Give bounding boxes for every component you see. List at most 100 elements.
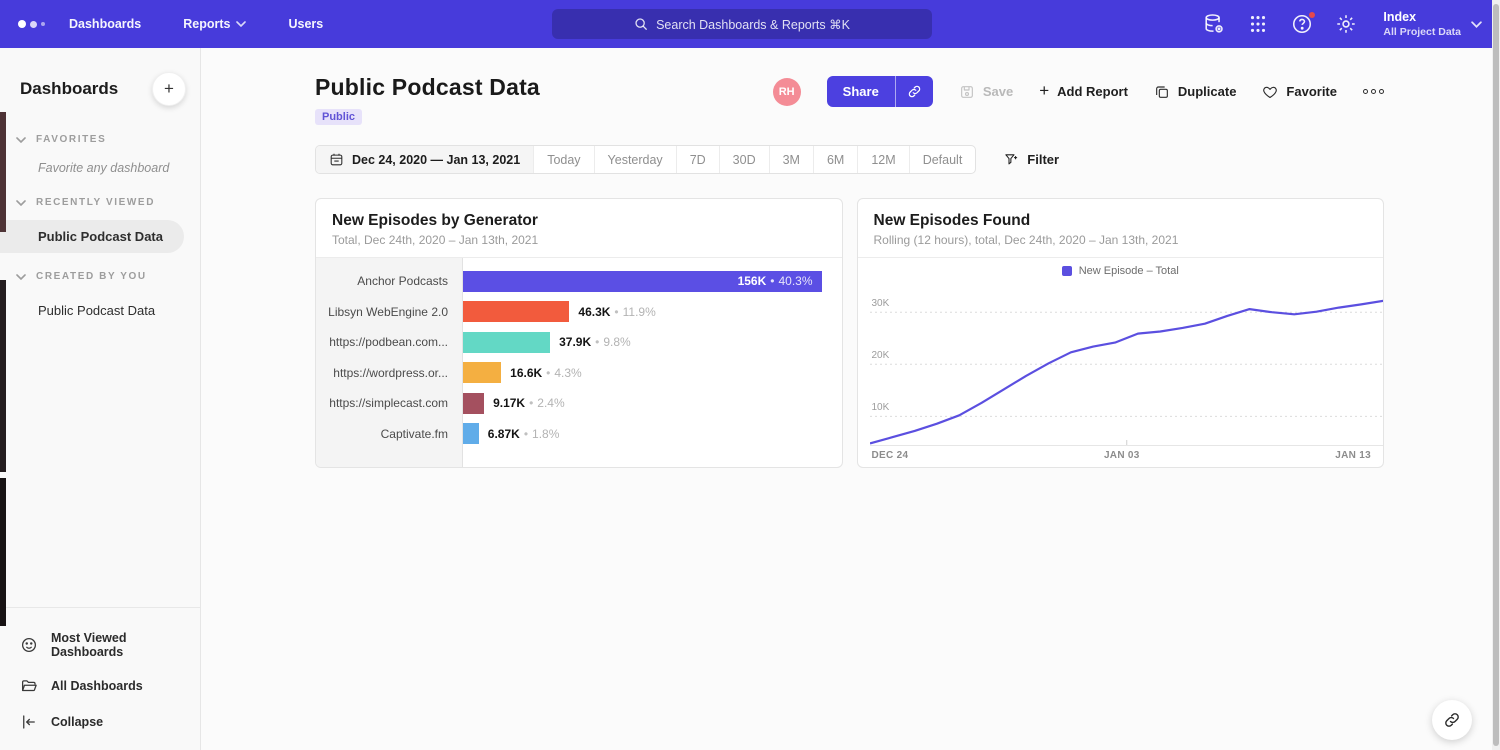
- nav-dashboards-label: Dashboards: [69, 17, 141, 31]
- y-tick: 10K: [872, 402, 890, 413]
- help-icon[interactable]: [1291, 13, 1313, 35]
- preset-today[interactable]: Today: [534, 146, 594, 173]
- bar-plot-area: 156K•40.3% 46.3K•11.9% 37.9K•9.8% 16.6K•…: [463, 258, 842, 467]
- x-axis: DEC 24 JAN 03 JAN 13: [870, 445, 1384, 461]
- bar-simplecast[interactable]: [463, 393, 484, 414]
- dot-icon: [1379, 89, 1384, 94]
- share-button-label[interactable]: Share: [827, 76, 895, 107]
- sidebar-item-public-podcast-data-recent[interactable]: Public Podcast Data: [0, 220, 184, 253]
- save-button[interactable]: Save: [959, 84, 1013, 100]
- bar-anchor-podcasts[interactable]: 156K•40.3%: [463, 271, 822, 292]
- bar-captivate[interactable]: [463, 423, 479, 444]
- x-tick: JAN 03: [1104, 450, 1140, 461]
- apps-grid-icon[interactable]: [1247, 13, 1269, 35]
- chevron-down-icon: [16, 200, 26, 206]
- copy-link-floating-button[interactable]: [1432, 700, 1472, 740]
- preset-yesterday[interactable]: Yesterday: [595, 146, 677, 173]
- most-viewed-dashboards-button[interactable]: Most Viewed Dashboards: [0, 622, 200, 668]
- link-icon: [907, 84, 922, 99]
- card-title: New Episodes by Generator: [332, 212, 826, 230]
- avatar[interactable]: RH: [773, 78, 801, 106]
- scrollbar-thumb[interactable]: [1493, 4, 1499, 746]
- main-content: Public Podcast Data Public RH Share Save…: [202, 48, 1492, 750]
- card-new-episodes-by-generator: New Episodes by Generator Total, Dec 24t…: [315, 198, 843, 468]
- bar-value: 37.9K: [559, 335, 591, 349]
- legend-swatch-icon: [1062, 266, 1072, 276]
- preset-3m[interactable]: 3M: [770, 146, 814, 173]
- line-plot-area[interactable]: 10K20K30K: [870, 281, 1384, 445]
- all-dashboards-button[interactable]: All Dashboards: [0, 668, 200, 704]
- sidebar-title: Dashboards: [20, 79, 118, 99]
- bar-podbean[interactable]: [463, 332, 550, 353]
- preset-12m[interactable]: 12M: [858, 146, 909, 173]
- bar-category-labels: Anchor Podcasts Libsyn WebEngine 2.0 htt…: [316, 258, 463, 467]
- project-switcher[interactable]: Index All Project Data: [1383, 10, 1482, 38]
- top-navbar: Dashboards Reports Users Search Dashboar…: [0, 0, 1500, 48]
- vertical-scrollbar[interactable]: [1492, 0, 1500, 750]
- nav-users[interactable]: Users: [288, 17, 323, 31]
- bar-value: 9.17K: [493, 396, 525, 410]
- section-favorites-label: FAVORITES: [36, 134, 106, 145]
- bar-percent: 4.3%: [554, 366, 581, 380]
- preset-default[interactable]: Default: [910, 146, 976, 173]
- sidebar: Dashboards + FAVORITES Favorite any dash…: [0, 48, 201, 750]
- sidebar-item-public-podcast-data-created[interactable]: Public Podcast Data: [0, 294, 184, 327]
- chevron-down-icon: [236, 21, 246, 27]
- bar-libsyn[interactable]: [463, 301, 569, 322]
- more-options-button[interactable]: [1363, 85, 1384, 98]
- legend-label: New Episode – Total: [1079, 265, 1179, 277]
- preset-6m[interactable]: 6M: [814, 146, 858, 173]
- chart-legend[interactable]: New Episode – Total: [858, 258, 1384, 281]
- background-window-sliver: [0, 112, 6, 232]
- x-tick: JAN 13: [1335, 450, 1371, 461]
- nav-reports[interactable]: Reports: [183, 17, 246, 31]
- search-input[interactable]: Search Dashboards & Reports ⌘K: [552, 9, 932, 39]
- section-recently-viewed[interactable]: RECENTLY VIEWED: [0, 179, 200, 214]
- filter-label: Filter: [1027, 152, 1059, 167]
- date-range-label: Dec 24, 2020 — Jan 13, 2021: [352, 153, 520, 167]
- preset-30d[interactable]: 30D: [720, 146, 770, 173]
- add-report-button[interactable]: + Add Report: [1039, 83, 1128, 101]
- public-badge: Public: [315, 109, 362, 125]
- dot-icon: [1371, 89, 1376, 94]
- plus-icon: +: [1039, 81, 1049, 101]
- section-created-by-you[interactable]: CREATED BY YOU: [0, 253, 200, 288]
- link-icon: [1443, 711, 1461, 729]
- favorite-button[interactable]: Favorite: [1262, 84, 1337, 100]
- bar-wordpress[interactable]: [463, 362, 501, 383]
- card-subtitle: Rolling (12 hours), total, Dec 24th, 202…: [874, 233, 1368, 247]
- smiley-icon: [20, 636, 38, 654]
- app-logo-icon[interactable]: [18, 20, 45, 28]
- bar-percent: 1.8%: [532, 427, 559, 441]
- duplicate-button[interactable]: Duplicate: [1154, 84, 1237, 100]
- copy-share-link-button[interactable]: [895, 76, 933, 107]
- bar-value: 46.3K: [578, 305, 610, 319]
- date-range-picker[interactable]: Dec 24, 2020 — Jan 13, 2021: [316, 146, 534, 173]
- bar-category: https://wordpress.or...: [316, 358, 462, 389]
- bar-percent: 9.8%: [603, 335, 630, 349]
- nav-dashboards[interactable]: Dashboards: [69, 17, 141, 31]
- filter-button[interactable]: Filter: [1004, 152, 1059, 167]
- collapse-sidebar-button[interactable]: Collapse: [0, 704, 200, 740]
- section-recently-viewed-label: RECENTLY VIEWED: [36, 197, 155, 208]
- bar-percent: 11.9%: [623, 305, 656, 319]
- data-management-icon[interactable]: [1203, 13, 1225, 35]
- add-dashboard-button[interactable]: +: [152, 72, 186, 106]
- settings-gear-icon[interactable]: [1335, 13, 1357, 35]
- favorites-empty-text: Favorite any dashboard: [0, 151, 200, 179]
- project-name: Index: [1383, 10, 1461, 26]
- duplicate-icon: [1154, 84, 1170, 100]
- add-report-label: Add Report: [1057, 84, 1128, 99]
- search-icon: [634, 17, 648, 31]
- card-new-episodes-found: New Episodes Found Rolling (12 hours), t…: [857, 198, 1385, 468]
- favorite-label: Favorite: [1286, 84, 1337, 99]
- collapse-left-icon: [20, 713, 38, 731]
- bar-category: Libsyn WebEngine 2.0: [316, 297, 462, 328]
- preset-7d[interactable]: 7D: [677, 146, 720, 173]
- section-favorites[interactable]: FAVORITES: [0, 116, 200, 151]
- section-created-by-you-label: CREATED BY YOU: [36, 271, 147, 282]
- share-button[interactable]: Share: [827, 76, 933, 107]
- collapse-label: Collapse: [51, 715, 103, 729]
- search-placeholder: Search Dashboards & Reports ⌘K: [656, 17, 850, 32]
- project-subtitle: All Project Data: [1383, 26, 1461, 38]
